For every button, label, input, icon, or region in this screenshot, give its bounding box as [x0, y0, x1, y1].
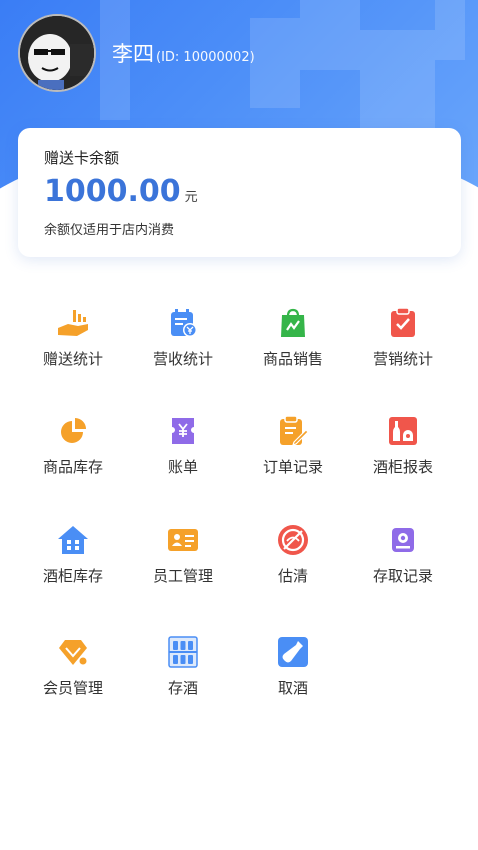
menu-sold-out[interactable]: 估清 — [238, 524, 348, 610]
menu-label: 营收统计 — [152, 350, 213, 368]
menu-label: 账单 — [167, 458, 198, 476]
bottle-cabinet-icon — [389, 417, 417, 445]
menu-label: 商品销售 — [262, 350, 323, 368]
wine-bottle-icon — [278, 637, 308, 667]
storage-box-icon — [392, 528, 414, 552]
menu-grid: 赠送统计 营收统计 商品销售 营销统计 商品库存 账单 订单记录 酒柜报表 酒柜… — [0, 0, 478, 850]
clipboard-edit-icon — [280, 415, 309, 446]
id-card-icon — [168, 529, 198, 551]
menu-product-inventory[interactable]: 商品库存 — [18, 415, 128, 501]
menu-label: 取酒 — [277, 679, 308, 697]
menu-label: 酒柜报表 — [372, 458, 433, 476]
menu-member-management[interactable]: 会员管理 — [18, 636, 128, 722]
diamond-icon — [59, 640, 88, 666]
menu-revenue-stats[interactable]: 营收统计 — [128, 307, 238, 393]
prohibited-icon — [278, 525, 308, 555]
menu-label: 会员管理 — [42, 679, 103, 697]
shopping-bag-icon — [281, 308, 305, 337]
clipboard-check-icon — [391, 307, 415, 337]
menu-staff-management[interactable]: 员工管理 — [128, 524, 238, 610]
calendar-yen-icon — [171, 309, 197, 337]
menu-label: 存取记录 — [372, 567, 433, 585]
menu-bills[interactable]: 账单 — [128, 415, 238, 501]
gift-hand-icon — [58, 310, 88, 336]
menu-take-wine[interactable]: 取酒 — [238, 636, 348, 722]
wine-shelf-icon — [168, 636, 198, 668]
menu-label: 估清 — [277, 567, 308, 585]
menu-marketing-stats[interactable]: 营销统计 — [348, 307, 458, 393]
menu-label: 员工管理 — [152, 567, 213, 585]
menu-store-wine[interactable]: 存酒 — [128, 636, 238, 722]
menu-product-sales[interactable]: 商品销售 — [238, 307, 348, 393]
menu-cabinet-report[interactable]: 酒柜报表 — [348, 415, 458, 501]
pie-chart-icon — [61, 418, 86, 443]
menu-order-records[interactable]: 订单记录 — [238, 415, 348, 501]
menu-gift-stats[interactable]: 赠送统计 — [18, 307, 128, 393]
menu-label: 营销统计 — [372, 350, 433, 368]
house-icon — [58, 526, 88, 554]
menu-label: 订单记录 — [262, 458, 323, 476]
ticket-yen-icon — [172, 418, 194, 444]
menu-label: 商品库存 — [42, 458, 103, 476]
menu-access-records[interactable]: 存取记录 — [348, 524, 458, 610]
menu-label: 存酒 — [167, 679, 198, 697]
menu-label: 赠送统计 — [42, 350, 103, 368]
menu-cabinet-inventory[interactable]: 酒柜库存 — [18, 524, 128, 610]
menu-label: 酒柜库存 — [42, 567, 103, 585]
